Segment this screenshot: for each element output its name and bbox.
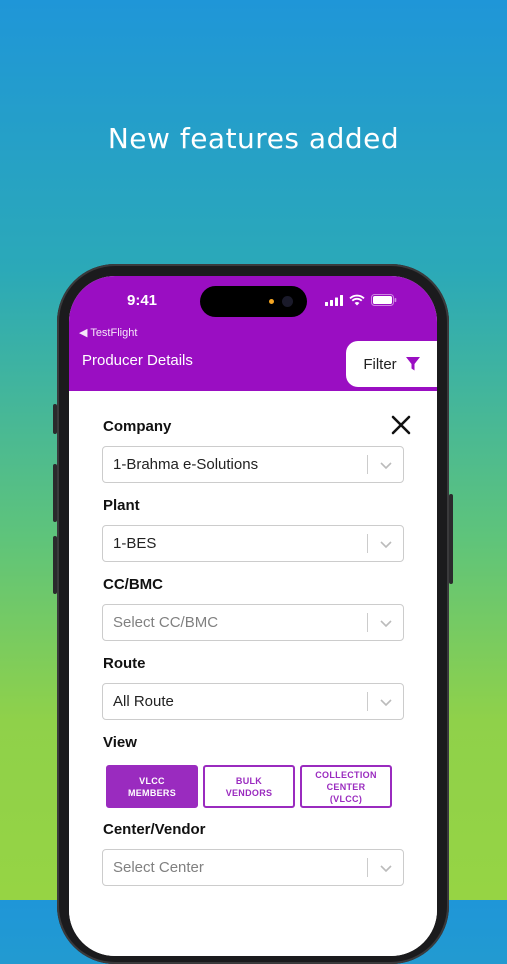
company-label: Company <box>103 418 172 435</box>
chevron-down-icon <box>380 620 392 628</box>
battery-icon <box>371 294 397 306</box>
cellular-signal-icon <box>325 295 343 306</box>
center-vendor-placeholder: Select Center <box>113 859 204 876</box>
select-separator <box>367 613 368 632</box>
select-separator <box>367 692 368 711</box>
page-title: Producer Details <box>82 352 193 369</box>
phone-frame: 9:41 ◀ TestFlight Producer Details Filte… <box>53 264 453 964</box>
company-value: 1-Brahma e-Solutions <box>113 456 259 473</box>
view-option-line: (VLCC) <box>329 793 363 804</box>
dynamic-island <box>200 286 307 317</box>
route-value: All Route <box>113 693 174 710</box>
center-vendor-select[interactable]: Select Center <box>102 849 404 886</box>
center-vendor-label: Center/Vendor <box>103 821 206 838</box>
cc-bmc-select[interactable]: Select CC/BMC <box>102 604 404 641</box>
select-separator <box>367 534 368 553</box>
plant-label: Plant <box>103 497 140 514</box>
view-bulk-vendors-button[interactable]: BULK VENDORS <box>203 765 295 808</box>
view-toggle-group: VLCC MEMBERS BULK VENDORS COLLECTION CEN… <box>106 765 406 810</box>
filter-panel: Company 1-Brahma e-Solutions Plant 1-BES… <box>69 391 437 956</box>
view-vlcc-members-button[interactable]: VLCC MEMBERS <box>106 765 198 808</box>
chevron-down-icon <box>380 541 392 549</box>
view-option-line: VENDORS <box>225 787 273 798</box>
phone-screen: 9:41 ◀ TestFlight Producer Details Filte… <box>69 276 437 956</box>
view-label: View <box>103 734 137 751</box>
action-button <box>53 404 57 434</box>
wifi-icon <box>349 294 365 306</box>
close-icon[interactable] <box>389 413 413 437</box>
view-option-line: BULK <box>235 775 263 786</box>
view-option-line: MEMBERS <box>127 787 177 798</box>
plant-value: 1-BES <box>113 535 157 552</box>
plant-select[interactable]: 1-BES <box>102 525 404 562</box>
view-option-line: COLLECTION <box>315 769 377 780</box>
route-select[interactable]: All Route <box>102 683 404 720</box>
view-collection-center-button[interactable]: COLLECTION CENTER (VLCC) <box>300 765 392 808</box>
filter-label: Filter <box>363 355 397 373</box>
select-separator <box>367 455 368 474</box>
status-icons <box>325 294 397 306</box>
back-to-testflight-link[interactable]: ◀ TestFlight <box>79 326 137 339</box>
filter-button[interactable]: Filter <box>346 341 437 387</box>
cc-bmc-placeholder: Select CC/BMC <box>113 614 219 631</box>
volume-down-button <box>53 536 57 594</box>
funnel-icon <box>405 357 420 371</box>
chevron-down-icon <box>380 462 392 470</box>
select-separator <box>367 858 368 877</box>
company-select[interactable]: 1-Brahma e-Solutions <box>102 446 404 483</box>
app-header: 9:41 ◀ TestFlight Producer Details Filte… <box>69 276 437 391</box>
headline: New features added <box>107 122 400 155</box>
chevron-down-icon <box>380 865 392 873</box>
route-label: Route <box>103 655 146 672</box>
volume-up-button <box>53 464 57 522</box>
status-time: 9:41 <box>127 292 158 309</box>
view-option-line: CENTER <box>326 781 366 792</box>
cc-bmc-label: CC/BMC <box>103 576 163 593</box>
power-button <box>449 494 453 584</box>
chevron-down-icon <box>380 699 392 707</box>
view-option-line: VLCC <box>139 775 165 786</box>
